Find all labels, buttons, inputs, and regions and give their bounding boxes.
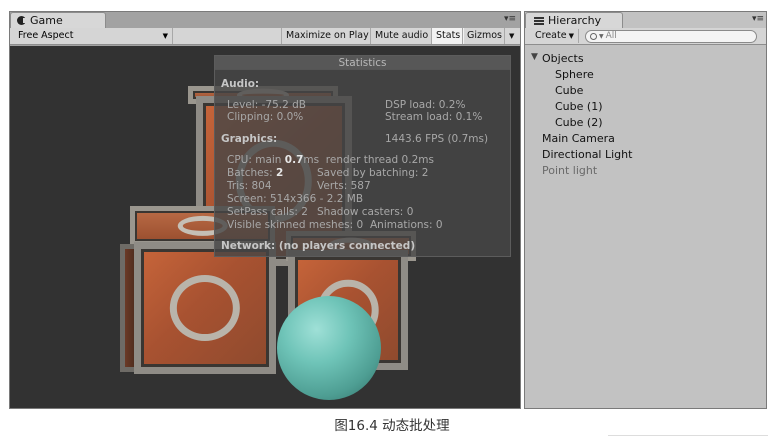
hierarchy-panel: Hierarchy ▾≡ Create ▼ ▼ All ▼ Objects Sp… <box>524 11 767 409</box>
hierarchy-tab[interactable]: Hierarchy <box>525 12 623 28</box>
expand-triangle-icon[interactable]: ▼ <box>531 52 538 62</box>
tree-item-cube-1[interactable]: Cube (1) <box>555 100 602 114</box>
tree-item-main-camera[interactable]: Main Camera <box>542 132 615 146</box>
page-divider <box>608 435 768 439</box>
verts-readout: Verts: 587 <box>317 180 371 192</box>
mute-audio-button[interactable]: Mute audio <box>370 28 432 44</box>
panel-menu-icon[interactable]: ▾≡ <box>504 14 516 24</box>
hierarchy-toolbar: Create ▼ ▼ All <box>525 28 766 45</box>
search-icon <box>590 33 597 40</box>
animations-readout: Animations: 0 <box>370 219 443 231</box>
hierarchy-menu-icon[interactable]: ▾≡ <box>752 14 764 24</box>
batches-readout: Batches: 2 <box>227 167 284 179</box>
tree-item-cube[interactable]: Cube <box>555 84 583 98</box>
gizmos-button[interactable]: Gizmos <box>462 28 506 44</box>
tree-item-cube-2[interactable]: Cube (2) <box>555 116 602 130</box>
gizmos-dropdown-icon[interactable]: ▼ <box>504 28 518 44</box>
aspect-label: Free Aspect <box>18 30 74 41</box>
tree-item-sphere[interactable]: Sphere <box>555 68 594 82</box>
saved-by-batching: Saved by batching: 2 <box>317 167 429 179</box>
game-toolbar: Free Aspect ▼ Maximize on Play Mute audi… <box>10 28 520 45</box>
skinned-meshes: Visible skinned meshes: 0 <box>227 219 364 231</box>
tree-item-directional-light[interactable]: Directional Light <box>542 148 632 162</box>
tree-item-point-light[interactable]: Point light <box>542 164 597 178</box>
list-icon <box>534 16 544 25</box>
maximize-on-play-button[interactable]: Maximize on Play <box>281 28 373 44</box>
dsp-load: DSP load: 0.2% <box>385 99 466 111</box>
tris-readout: Tris: 804 <box>227 180 272 192</box>
create-label: Create <box>535 30 567 41</box>
aspect-dropdown[interactable]: Free Aspect ▼ <box>10 28 173 44</box>
game-viewport[interactable]: Statistics Audio: Level: -75.2 dB DSP lo… <box>10 46 520 408</box>
create-button[interactable]: Create ▼ <box>529 29 579 43</box>
setpass-readout: SetPass calls: 2 <box>227 206 308 218</box>
stream-load: Stream load: 0.1% <box>385 111 483 123</box>
game-tabbar: Game ▾≡ <box>10 12 520 28</box>
crate-left <box>134 242 276 374</box>
statistics-title: Statistics <box>215 56 510 70</box>
hierarchy-tab-label: Hierarchy <box>548 14 602 27</box>
screen-readout: Screen: 514x366 - 2.2 MB <box>227 193 364 205</box>
chevron-down-icon: ▼ <box>568 32 574 40</box>
audio-clipping: Clipping: 0.0% <box>227 111 304 123</box>
shadow-casters: Shadow casters: 0 <box>317 206 414 218</box>
audio-level: Level: -75.2 dB <box>227 99 306 111</box>
search-placeholder: All <box>605 31 617 41</box>
graphics-header: Graphics: <box>221 133 278 145</box>
game-panel: Game ▾≡ Free Aspect ▼ Maximize on Play M… <box>9 11 521 409</box>
audio-header: Audio: <box>221 78 260 90</box>
stats-button[interactable]: Stats <box>431 28 465 44</box>
cpu-readout: CPU: main 0.7ms render thread 0.2ms <box>227 154 434 166</box>
chevron-down-icon: ▼ <box>162 32 168 40</box>
network-status: Network: (no players connected) <box>221 240 416 252</box>
game-tab-label: Game <box>30 14 63 27</box>
tree-item-objects[interactable]: Objects <box>542 52 584 66</box>
game-tab[interactable]: Game <box>10 12 106 28</box>
sphere <box>277 296 381 400</box>
figure-caption: 图16.4 动态批处理 <box>334 418 450 434</box>
hierarchy-search-input[interactable]: ▼ All <box>585 30 757 43</box>
statistics-overlay: Statistics Audio: Level: -75.2 dB DSP lo… <box>214 55 511 257</box>
search-dropdown-icon: ▼ <box>599 33 604 40</box>
fps-readout: 1443.6 FPS (0.7ms) <box>385 133 489 145</box>
pacman-icon <box>17 16 27 25</box>
